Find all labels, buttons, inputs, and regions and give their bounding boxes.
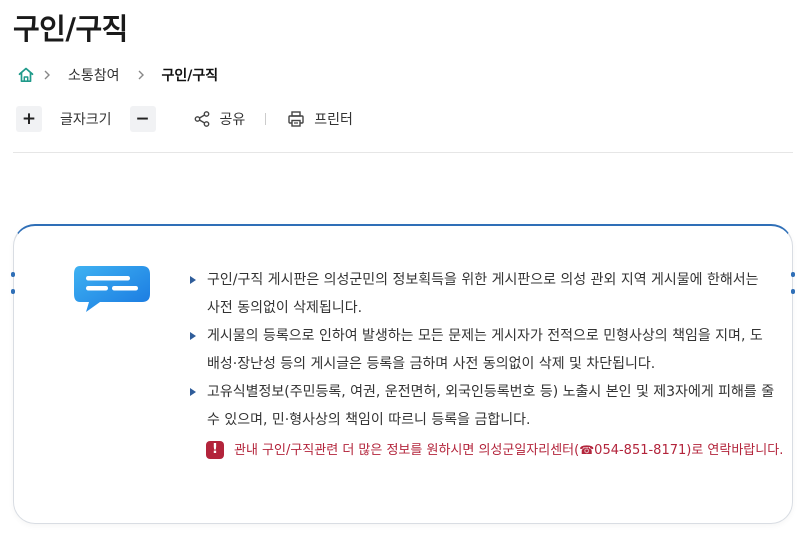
notice-list: 구인/구직 게시판은 의성군민의 정보획득을 위한 게시판으로 의성 관외 지역…	[190, 266, 775, 434]
chevron-right-icon	[36, 70, 58, 80]
breadcrumb: 소통참여 구인/구직	[16, 64, 218, 86]
phone-icon: ☎	[579, 443, 595, 457]
print-button[interactable]: 프린터	[286, 109, 353, 129]
chat-bubble-icon	[72, 264, 152, 316]
share-button[interactable]: 공유	[192, 109, 246, 129]
toolbar: + 글자크기 − 공유 프린터	[16, 106, 353, 132]
bullet-triangle-icon	[190, 332, 196, 340]
page: 구인/구직 소통참여 구인/구직 + 글자크기 − 공유 프린터 구인/구직 게…	[0, 0, 806, 536]
alert-phone: 054-851-8171	[594, 443, 687, 458]
print-label: 프린터	[314, 112, 353, 128]
decorative-dots	[11, 272, 15, 294]
font-decrease-button[interactable]: −	[129, 106, 156, 132]
page-title: 구인/구직	[13, 12, 128, 46]
font-size-label: 글자크기	[60, 112, 112, 128]
home-icon[interactable]	[16, 65, 36, 85]
alert-text-after: )로 연락바랍니다.	[686, 443, 784, 458]
share-label: 공유	[219, 112, 246, 128]
toolbar-divider	[265, 113, 267, 125]
notice-box: 구인/구직 게시판은 의성군민의 정보획득을 위한 게시판으로 의성 관외 지역…	[11, 224, 795, 524]
alert-text-before: 관내 구인/구직관련 더 많은 정보를 원하시면 의성군일자리센터(	[234, 443, 580, 458]
notice-text: 게시물의 등록으로 인하여 발생하는 모든 문제는 게시자가 전적으로 민형사상…	[207, 328, 763, 372]
notice-text: 고유식별정보(주민등록, 여권, 운전면허, 외국인등록번호 등) 노출시 본인…	[207, 384, 775, 428]
font-increase-button[interactable]: +	[16, 106, 42, 132]
printer-icon	[286, 109, 306, 129]
alert-icon: !	[206, 441, 224, 459]
list-item: 게시물의 등록으로 인하여 발생하는 모든 문제는 게시자가 전적으로 민형사상…	[190, 322, 775, 378]
notice-text: 구인/구직 게시판은 의성군민의 정보획득을 위한 게시판으로 의성 관외 지역…	[207, 272, 759, 316]
decorative-dots	[791, 272, 795, 294]
divider	[13, 152, 793, 153]
bullet-triangle-icon	[190, 276, 196, 284]
list-item: 구인/구직 게시판은 의성군민의 정보획득을 위한 게시판으로 의성 관외 지역…	[190, 266, 775, 322]
bullet-triangle-icon	[190, 388, 196, 396]
breadcrumb-item-community[interactable]: 소통참여	[68, 65, 120, 85]
chevron-right-icon	[130, 70, 152, 80]
share-icon	[192, 109, 212, 129]
breadcrumb-item-current: 구인/구직	[161, 68, 219, 84]
alert-message: ! 관내 구인/구직관련 더 많은 정보를 원하시면 의성군일자리센터(☎054…	[206, 438, 794, 463]
list-item: 고유식별정보(주민등록, 여권, 운전면허, 외국인등록번호 등) 노출시 본인…	[190, 378, 775, 434]
